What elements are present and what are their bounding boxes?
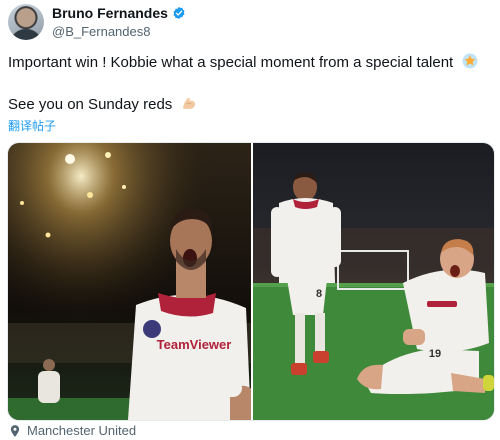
location-tag[interactable]: Manchester United: [8, 423, 136, 438]
post-text-line-2: See you on Sunday reds: [8, 94, 198, 113]
post-text-2: See you on Sunday reds: [8, 96, 173, 113]
location-pin-icon: [10, 424, 20, 437]
post-header: Bruno Fernandes @B_Fernandes8: [8, 4, 492, 44]
author-name-row: Bruno Fernandes: [52, 5, 186, 21]
location-label: Manchester United: [27, 423, 137, 438]
author-name[interactable]: Bruno Fernandes: [52, 5, 168, 21]
post-text-line-1: Important win ! Kobbie what a special mo…: [8, 52, 479, 71]
post-text-1: Important win ! Kobbie what a special mo…: [8, 54, 454, 71]
verified-badge-icon: [173, 6, 185, 20]
translate-post-link[interactable]: 翻译帖子: [8, 117, 56, 134]
glowing-star-icon: [462, 53, 478, 69]
shirt-number-right: 19: [429, 348, 441, 360]
author-handle[interactable]: @B_Fernandes8: [52, 24, 150, 39]
sponsor-text-left: TeamViewer: [157, 337, 232, 352]
photo-celebration-right[interactable]: 8 19: [253, 143, 494, 420]
photo-celebration-left[interactable]: TeamViewer: [8, 143, 251, 420]
shirt-number: 8: [316, 288, 322, 300]
media-grid: TeamViewer 8 19: [7, 142, 495, 421]
flexed-biceps-icon: [183, 98, 196, 109]
avatar[interactable]: [8, 4, 44, 40]
